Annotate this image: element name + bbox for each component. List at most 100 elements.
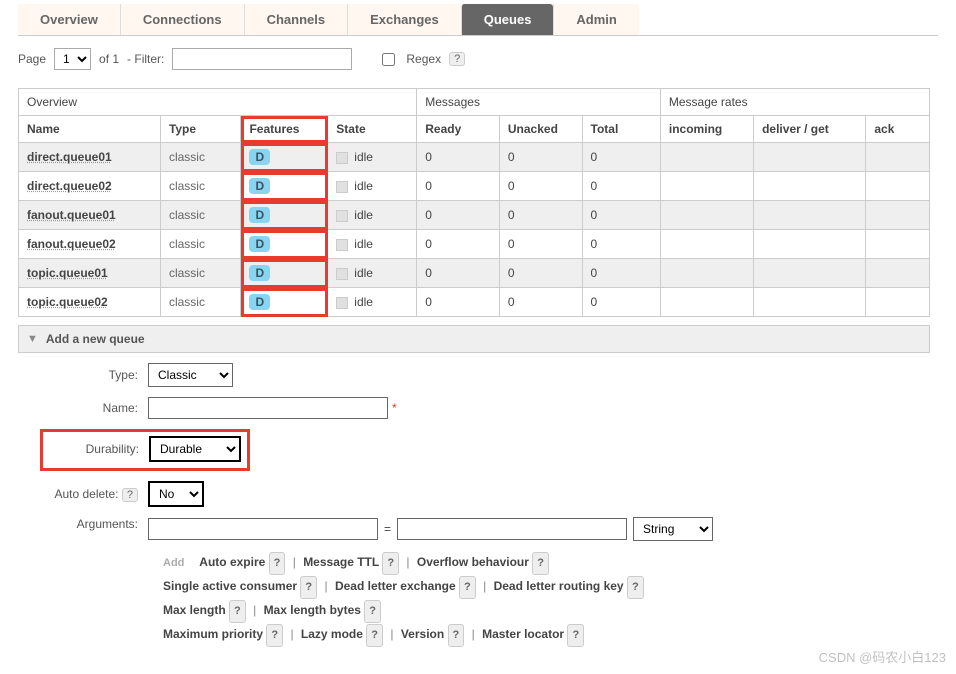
hint-icon[interactable]: ? [532,552,549,575]
table-row[interactable]: topic.queue02classicDidle000 [19,288,930,317]
shortcut-dlx[interactable]: Dead letter exchange [335,579,456,593]
page-label: Page [18,52,46,66]
cell-name[interactable]: topic.queue01 [19,259,161,288]
durable-badge: D [249,294,270,310]
col-type[interactable]: Type [160,116,241,143]
state-indicator-icon [336,239,348,251]
cell-name[interactable]: direct.queue01 [19,143,161,172]
tab-queues[interactable]: Queues [461,4,554,35]
col-deliver[interactable]: deliver / get [754,116,866,143]
group-overview: Overview [19,89,417,116]
shortcut-lazy[interactable]: Lazy mode [301,627,363,641]
table-row[interactable]: direct.queue02classicDidle000 [19,172,930,201]
autodelete-hint-icon[interactable]: ? [122,488,138,502]
tab-admin[interactable]: Admin [553,4,638,35]
tab-connections[interactable]: Connections [120,4,244,35]
cell-features: D [241,288,328,317]
filter-label: - Filter: [127,52,164,66]
cell-ready: 0 [417,259,500,288]
cell-unacked: 0 [499,288,582,317]
cell-state: idle [328,230,417,259]
col-total[interactable]: Total [582,116,660,143]
durable-badge: D [249,178,270,194]
hint-icon[interactable]: ? [459,576,476,599]
tab-exchanges[interactable]: Exchanges [347,4,461,35]
cell-ack [866,143,930,172]
tab-channels[interactable]: Channels [244,4,348,35]
durability-select[interactable]: Durable [149,436,241,462]
cell-incoming [660,172,753,201]
cell-name[interactable]: direct.queue02 [19,172,161,201]
cell-type: classic [160,143,241,172]
shortcut-dlrk[interactable]: Dead letter routing key [494,579,624,593]
cell-features: D [241,259,328,288]
cell-state: idle [328,143,417,172]
type-select[interactable]: Classic [148,363,233,387]
col-name[interactable]: Name [19,116,161,143]
cell-unacked: 0 [499,143,582,172]
hint-icon[interactable]: ? [382,552,399,575]
table-row[interactable]: direct.queue01classicDidle000 [19,143,930,172]
table-row[interactable]: fanout.queue01classicDidle000 [19,201,930,230]
hint-icon[interactable]: ? [269,552,286,575]
cell-total: 0 [582,172,660,201]
arg-type-select[interactable]: String [633,517,713,541]
hint-icon[interactable]: ? [366,624,383,647]
cell-type: classic [160,201,241,230]
cell-name[interactable]: fanout.queue02 [19,230,161,259]
name-label: Name: [18,401,148,415]
durability-highlight: Durability: Durable [40,429,250,471]
hint-icon[interactable]: ? [627,576,644,599]
filter-input[interactable] [172,48,352,70]
add-label: Add [163,557,184,569]
cell-deliver [754,288,866,317]
shortcut-max-len[interactable]: Max length [163,603,226,617]
cell-unacked: 0 [499,172,582,201]
shortcut-message-ttl[interactable]: Message TTL [303,555,379,569]
tab-overview[interactable]: Overview [18,4,120,35]
col-incoming[interactable]: incoming [660,116,753,143]
cell-deliver [754,230,866,259]
name-input[interactable] [148,397,388,419]
regex-hint-icon[interactable]: ? [449,52,465,66]
hint-icon[interactable]: ? [300,576,317,599]
hint-icon[interactable]: ? [229,600,246,623]
hint-icon[interactable]: ? [364,600,381,623]
autodelete-select[interactable]: No [148,481,204,507]
hint-icon[interactable]: ? [567,624,584,647]
shortcut-master-loc[interactable]: Master locator [482,627,564,641]
shortcut-max-len-bytes[interactable]: Max length bytes [264,603,361,617]
page-select[interactable]: 1 [54,48,91,70]
durable-badge: D [249,207,270,223]
hint-icon[interactable]: ? [448,624,465,647]
col-state[interactable]: State [328,116,417,143]
shortcut-version[interactable]: Version [401,627,444,641]
regex-checkbox[interactable] [382,53,395,66]
cell-name[interactable]: fanout.queue01 [19,201,161,230]
arg-key-input[interactable] [148,518,378,540]
cell-ack [866,288,930,317]
shortcut-max-priority[interactable]: Maximum priority [163,627,263,641]
table-row[interactable]: fanout.queue02classicDidle000 [19,230,930,259]
cell-state: idle [328,172,417,201]
add-queue-section-header[interactable]: ▼ Add a new queue [18,325,930,353]
col-ready[interactable]: Ready [417,116,500,143]
shortcut-auto-expire[interactable]: Auto expire [199,555,265,569]
pager-bar: Page 1 of 1 - Filter: Regex ? [18,48,938,70]
cell-total: 0 [582,143,660,172]
arg-val-input[interactable] [397,518,627,540]
queues-table: Overview Messages Message rates Name Typ… [18,88,930,317]
state-indicator-icon [336,297,348,309]
cell-name[interactable]: topic.queue02 [19,288,161,317]
col-features[interactable]: Features [241,116,328,143]
cell-ack [866,259,930,288]
cell-type: classic [160,172,241,201]
table-row[interactable]: topic.queue01classicDidle000 [19,259,930,288]
col-ack[interactable]: ack [866,116,930,143]
shortcut-single-active[interactable]: Single active consumer [163,579,297,593]
durable-badge: D [249,149,270,165]
cell-deliver [754,172,866,201]
shortcut-overflow[interactable]: Overflow behaviour [417,555,529,569]
hint-icon[interactable]: ? [266,624,283,647]
col-unacked[interactable]: Unacked [499,116,582,143]
